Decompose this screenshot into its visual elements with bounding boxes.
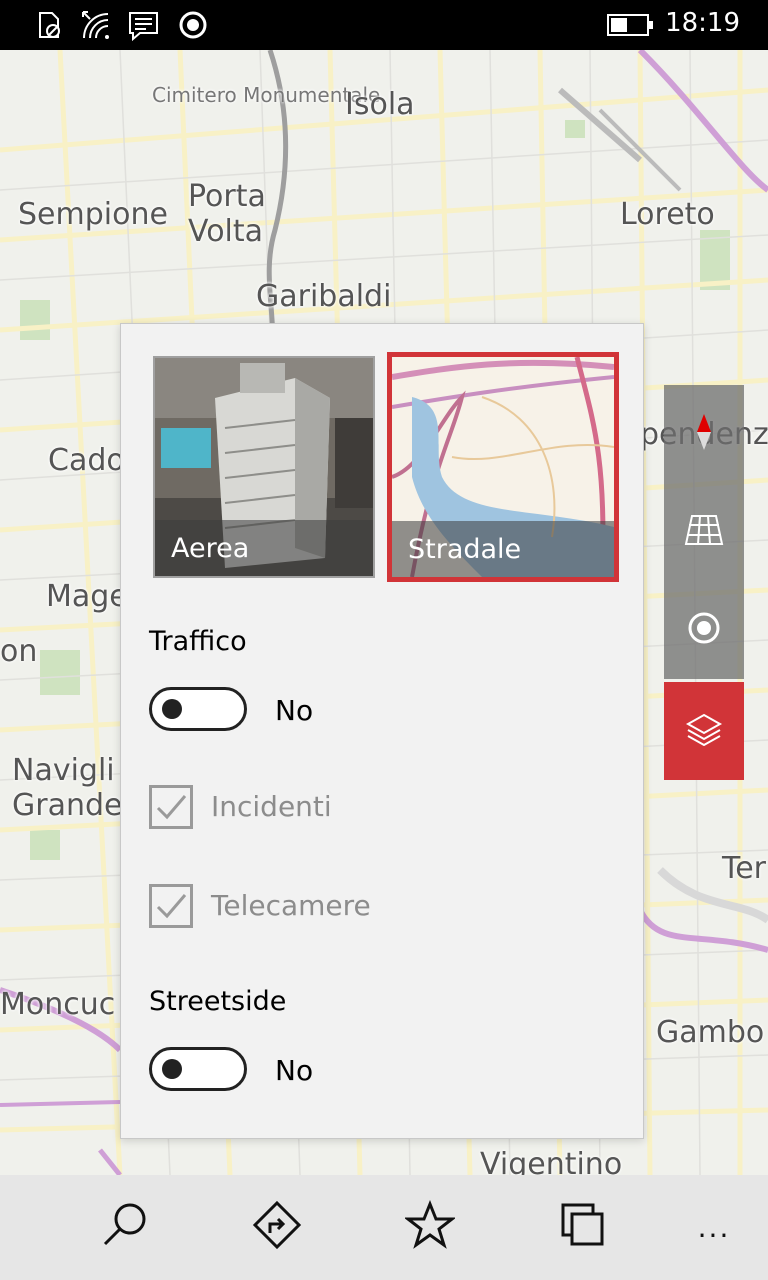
status-bar: 18:19 (0, 0, 768, 50)
map-label-cado: Cado (48, 443, 125, 478)
map-label-ter: Ter (722, 851, 767, 886)
check-icon (156, 795, 187, 820)
directions-button[interactable] (247, 1197, 307, 1257)
map-label-porta-volta: Porta Volta (188, 179, 266, 249)
collections-button[interactable] (553, 1197, 613, 1257)
map-label-gambo: Gambo (656, 1015, 765, 1050)
more-button[interactable]: ... (684, 1197, 744, 1257)
map-label-isola: Isola (345, 87, 415, 122)
map-label-sempione: Sempione (18, 197, 168, 232)
aerial-caption: Aerea (155, 520, 373, 576)
map-layers-panel: Aerea Stradale Traffico No Incidenti Tel… (120, 323, 644, 1139)
streetside-toggle[interactable] (149, 1047, 247, 1091)
app-bar: ... (0, 1175, 768, 1280)
traffic-toggle-knob (162, 699, 182, 719)
incidents-checkbox[interactable] (149, 785, 193, 829)
compass-button[interactable] (664, 385, 744, 483)
map-label-moncuc: Moncuc (0, 987, 116, 1022)
clock: 18:19 (665, 8, 740, 38)
cameras-label: Telecamere (211, 889, 371, 922)
map-label-mage: Mage (46, 579, 128, 614)
3d-grid-icon (684, 513, 724, 551)
no-sim-icon (34, 10, 64, 40)
locate-icon (687, 611, 721, 649)
map-controls (664, 385, 744, 780)
locate-me-button[interactable] (664, 581, 744, 679)
road-caption: Stradale (392, 521, 614, 577)
layers-button[interactable] (664, 682, 744, 780)
map-label-navigli-grande: Navigli Grande (12, 753, 123, 823)
3d-view-button[interactable] (664, 483, 744, 581)
road-view-option[interactable]: Stradale (387, 352, 619, 582)
search-button[interactable] (94, 1197, 154, 1257)
layers-icon (685, 712, 723, 750)
map-label-garibaldi: Garibaldi (256, 279, 392, 314)
favorites-button[interactable] (400, 1197, 460, 1257)
battery-icon (606, 10, 656, 40)
incidents-label: Incidenti (211, 790, 332, 823)
traffic-toggle-state: No (275, 694, 314, 727)
traffic-toggle[interactable] (149, 687, 247, 731)
map-label-vigentino: Vigentino (480, 1147, 623, 1175)
streetside-toggle-state: No (275, 1054, 314, 1087)
collections-icon (558, 1200, 608, 1254)
record-icon (178, 10, 208, 40)
more-icon: ... (697, 1210, 731, 1244)
cameras-checkbox[interactable] (149, 884, 193, 928)
directions-icon (252, 1200, 302, 1254)
message-icon (128, 10, 158, 42)
compass-icon (689, 412, 719, 456)
map-label-loreto: Loreto (620, 197, 715, 232)
map-label-on: on (0, 634, 38, 669)
wifi-icon (80, 10, 110, 40)
streetside-toggle-knob (162, 1059, 182, 1079)
search-icon (99, 1200, 149, 1254)
favorites-icon (403, 1199, 457, 1254)
aerial-view-option[interactable]: Aerea (153, 356, 375, 578)
streetside-title: Streetside (149, 986, 287, 1017)
traffic-title: Traffico (149, 626, 247, 657)
check-icon (156, 894, 187, 919)
